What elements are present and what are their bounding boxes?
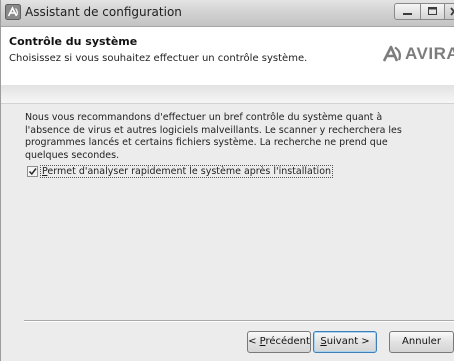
quick-scan-option[interactable]: Permet d'analyser rapidement le système … (27, 165, 334, 178)
avira-logo-icon (382, 45, 401, 62)
close-button[interactable] (444, 3, 454, 20)
previous-label: récédent (265, 336, 310, 347)
logo-text: AVIRA (405, 44, 454, 63)
check-mark-icon (28, 168, 37, 176)
header-divider-band (1, 85, 454, 104)
maximize-icon (428, 7, 437, 15)
page-title: Contrôle du système (9, 35, 138, 48)
title-bar[interactable]: Assistant de configuration (1, 0, 454, 27)
next-label: uivant > (326, 336, 370, 347)
page-subtitle: Choisissez si vous souhaitez effectuer u… (9, 53, 308, 64)
avira-app-icon (5, 4, 21, 20)
setup-wizard-window: Assistant de configuration Contrôle du s… (0, 0, 454, 361)
label-text: ermet d'analyser rapidement le système a… (47, 166, 332, 177)
quick-scan-label[interactable]: Permet d'analyser rapidement le système … (39, 165, 334, 178)
quick-scan-checkbox[interactable] (27, 166, 38, 177)
previous-prefix: < (248, 336, 260, 347)
avira-logo: AVIRA (382, 42, 454, 66)
intro-text: Nous vous recommandons d'effectuer un br… (25, 112, 402, 161)
window-title: Assistant de configuration (25, 5, 182, 19)
next-button[interactable]: Suivant > (313, 331, 377, 353)
cancel-button[interactable]: Annuler (389, 331, 454, 353)
minimize-button[interactable] (394, 3, 421, 20)
close-icon (450, 7, 454, 16)
minimize-icon (403, 13, 412, 15)
wizard-header: Contrôle du système Choisissez si vous s… (1, 27, 454, 85)
footer-separator (24, 320, 454, 322)
maximize-button[interactable] (420, 3, 445, 20)
previous-button[interactable]: < Précédent (247, 331, 311, 353)
